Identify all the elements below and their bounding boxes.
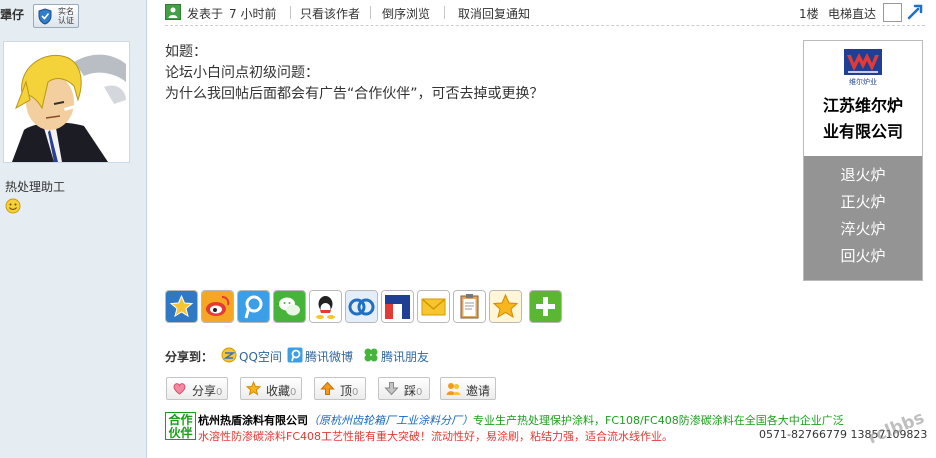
more-plus-icon[interactable]	[529, 290, 562, 323]
verified-badge-label: 实名认证	[58, 7, 74, 25]
wechat-icon[interactable]	[273, 290, 306, 323]
partner-company: 杭州热盾涂料有限公司	[198, 414, 308, 427]
ad-service-item: 退火炉	[840, 166, 886, 184]
divider	[290, 6, 291, 19]
share-link-label: QQ空间	[239, 350, 282, 364]
verified-badge[interactable]: 实名认证	[33, 4, 79, 28]
favorite-count: 0	[290, 387, 297, 398]
favorite-button[interactable]: 收藏0	[240, 377, 302, 400]
divider	[444, 6, 445, 19]
logo-text: 维尔炉业	[849, 77, 877, 86]
downvote-count: 0	[416, 387, 423, 398]
smiley-icon	[5, 198, 21, 214]
share-button-label: 分享	[192, 384, 217, 398]
only-author-link[interactable]: 只看该作者	[300, 5, 360, 22]
upvote-count: 0	[352, 387, 359, 398]
email-icon[interactable]	[417, 290, 450, 323]
sina-weibo-icon[interactable]	[201, 290, 234, 323]
floor-number: 1楼	[799, 7, 819, 21]
posted-label: 发表于	[187, 7, 224, 21]
partner-branch: （原杭州齿轮箱厂工业涂料分厂）	[308, 414, 473, 427]
ad-company-panel: 维尔炉业 江苏维尔炉 业有限公司	[804, 41, 922, 156]
upvote-button[interactable]: 顶0	[314, 377, 366, 400]
post-content: 如题： 论坛小白问点初级问题： 为什么我回帖后面都会有广告“合作伙伴”，可否去掉…	[165, 42, 785, 105]
ad-service-item: 正火炉	[840, 193, 886, 211]
share-count: 0	[216, 387, 223, 398]
share-link-label: 腾讯朋友	[381, 350, 430, 364]
invite-button[interactable]: 邀请	[440, 377, 496, 400]
svg-text:rclbbs: rclbbs	[865, 408, 925, 446]
reverse-view-link[interactable]: 倒序浏览	[382, 5, 430, 22]
arrow-up-icon	[320, 381, 335, 395]
tencent-weibo-icon[interactable]	[237, 290, 270, 323]
user-group[interactable]: 热处理助工	[5, 178, 65, 195]
clipboard-icon[interactable]	[453, 290, 486, 323]
upvote-button-label: 顶	[340, 384, 353, 398]
partner-badge: 合作 伙伴	[165, 412, 196, 440]
share-to-label: 分享到：	[165, 350, 214, 364]
floor-jump-input[interactable]	[883, 3, 902, 22]
ad-company-name: 江苏维尔炉 业有限公司	[804, 93, 922, 145]
post-line: 如题：	[165, 44, 207, 60]
share-link-label: 腾讯微博	[305, 350, 354, 364]
jump-go-icon[interactable]	[906, 3, 924, 21]
kaixin-icon[interactable]	[345, 290, 378, 323]
partner-description: 专业生产热处理保护涂料，FC108/FC408防渗碳涂料在全国各大中企业广泛	[473, 414, 844, 427]
divider	[370, 6, 371, 19]
ad-services-panel: 退火炉 正火炉 淬火炉 回火炉	[804, 156, 922, 280]
online-status-icon	[165, 4, 181, 20]
renren-icon[interactable]	[381, 290, 414, 323]
post-time: 7 小时前	[229, 7, 277, 21]
heart-icon	[173, 383, 186, 395]
invite-button-label: 邀请	[466, 384, 491, 398]
post-line: 为什么我回帖后面都会有广告“合作伙伴”，可否去掉或更换？	[165, 86, 544, 102]
users-icon	[446, 383, 461, 395]
favorite-button-label: 收藏	[266, 384, 291, 398]
cancel-notify-link[interactable]: 取消回复通知	[458, 5, 530, 22]
bookmark-star-icon[interactable]	[489, 290, 522, 323]
avatar[interactable]	[3, 41, 130, 163]
ad-company-line: 业有限公司	[822, 122, 903, 141]
company-logo: 维尔炉业	[844, 49, 882, 86]
avatar-image	[4, 42, 129, 162]
ad-company-line: 江苏维尔炉	[822, 96, 903, 115]
site-watermark: rclbbs	[865, 408, 925, 446]
ad-service-item: 回火炉	[840, 247, 886, 265]
favorite-star-icon[interactable]	[165, 290, 198, 323]
downvote-button[interactable]: 踩0	[378, 377, 430, 400]
qq-icon[interactable]	[309, 290, 342, 323]
partner-ad-line: 水溶性防渗碳涂料FC408工艺性能有重大突破！流动性好，易涂刷，粘结力强，适合流…	[198, 430, 674, 443]
star-icon	[246, 381, 261, 396]
side-advertisement[interactable]: 维尔炉业 江苏维尔炉 业有限公司 退火炉 正火炉 淬火炉 回火炉	[803, 40, 923, 281]
ad-service-item: 淬火炉	[840, 220, 886, 238]
partner-badge-line: 伙伴	[168, 426, 193, 440]
user-sidebar: 犟仔 实名认证 热处理助工	[0, 0, 147, 458]
tencent-weibo-icon	[287, 347, 303, 363]
post-line: 论坛小白问点初级问题：	[165, 65, 319, 81]
partner-ad-line: 杭州热盾涂料有限公司（原杭州齿轮箱厂工业涂料分厂）专业生产热处理保护涂料，FC1…	[198, 412, 844, 428]
downvote-button-label: 踩	[404, 384, 417, 398]
qzone-icon	[221, 347, 237, 363]
username[interactable]: 犟仔	[0, 6, 24, 23]
post-header: 发表于 7 小时前 只看该作者 倒序浏览 取消回复通知 1楼 电梯直达	[165, 0, 925, 26]
arrow-down-icon	[384, 382, 399, 396]
elevator-label: 电梯直达	[828, 7, 877, 21]
shield-icon	[38, 8, 52, 25]
clover-icon	[364, 348, 378, 362]
share-button[interactable]: 分享0	[166, 377, 228, 400]
partner-advertisement[interactable]: 合作 伙伴 杭州热盾涂料有限公司（原杭州齿轮箱厂工业涂料分厂）专业生产热处理保护…	[165, 408, 927, 446]
